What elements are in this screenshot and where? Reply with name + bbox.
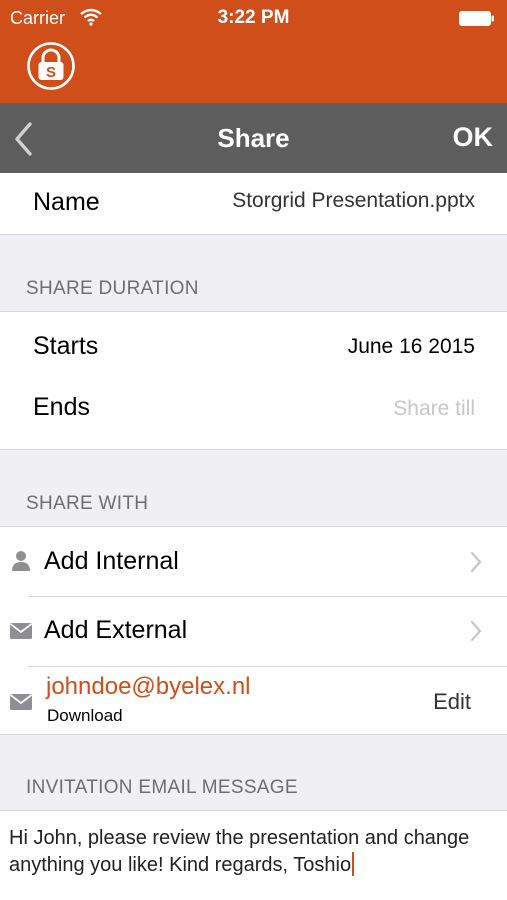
ends-row[interactable]: Ends Share till <box>0 381 507 450</box>
file-name-row: Name Storgrid Presentation.pptx <box>0 173 507 235</box>
brand-header: S <box>0 36 507 103</box>
share-with-header: SHARE WITH <box>26 493 149 514</box>
recipient-row[interactable]: johndoe@byelex.nl Download Edit <box>0 667 507 736</box>
add-internal-label: Add Internal <box>44 547 179 575</box>
starts-label: Starts <box>33 332 99 360</box>
chevron-right-icon <box>470 551 482 573</box>
ok-button[interactable]: OK <box>453 122 494 153</box>
ends-label: Ends <box>33 393 90 421</box>
share-with-group: Add Internal Add External johndoe@byelex… <box>0 526 507 735</box>
add-external-label: Add External <box>44 616 188 644</box>
navigation-bar: Share OK <box>0 103 507 173</box>
recipient-permission: Download <box>47 706 123 725</box>
ends-date-placeholder: Share till <box>393 397 475 420</box>
svg-text:S: S <box>46 64 56 81</box>
chevron-right-icon <box>470 620 482 642</box>
share-duration-group: Starts June 16 2015 Ends Share till <box>0 311 507 450</box>
starts-row[interactable]: Starts June 16 2015 <box>0 312 507 381</box>
storgrid-lock-logo-icon: S <box>27 42 75 90</box>
status-time: 3:22 PM <box>217 7 290 28</box>
share-duration-header: SHARE DURATION <box>26 278 199 299</box>
mail-icon <box>9 623 33 639</box>
add-internal-row[interactable]: Add Internal <box>0 527 507 596</box>
person-icon <box>12 551 30 571</box>
invitation-message-text: Hi John, please review the presentation … <box>9 827 470 876</box>
text-cursor <box>352 852 355 876</box>
invitation-message-field[interactable]: Hi John, please review the presentation … <box>0 810 507 900</box>
page-title: Share <box>217 123 290 153</box>
battery-icon <box>459 11 494 26</box>
add-external-row[interactable]: Add External <box>0 597 507 666</box>
starts-date-value: June 16 2015 <box>347 335 475 358</box>
invitation-message-header: INVITATION EMAIL MESSAGE <box>26 777 298 798</box>
file-name-value: Storgrid Presentation.pptx <box>232 189 475 212</box>
recipient-email: johndoe@byelex.nl <box>46 673 251 700</box>
mail-icon <box>9 694 33 710</box>
status-bar: Carrier 3:22 PM <box>0 0 507 36</box>
name-label: Name <box>33 188 100 216</box>
edit-recipient-button[interactable]: Edit <box>433 689 471 715</box>
